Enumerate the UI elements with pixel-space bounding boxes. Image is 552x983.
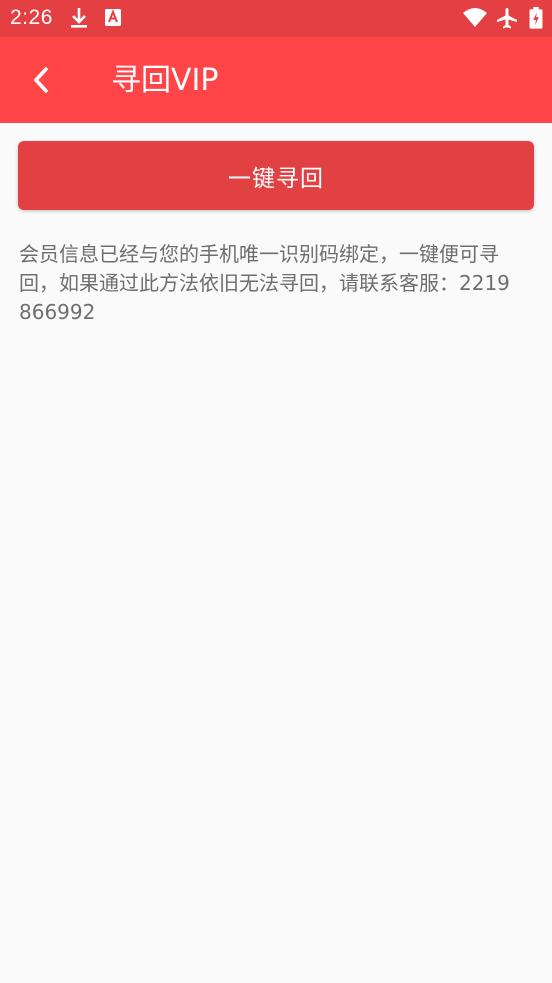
back-button[interactable] xyxy=(20,58,64,102)
page-title: 寻回VIP xyxy=(111,63,219,98)
main-content: 一键寻回 会员信息已经与您的手机唯一识别码绑定，一键便可寻回，如果通过此方法依旧… xyxy=(0,123,552,983)
chevron-left-icon xyxy=(33,66,49,94)
wifi-icon xyxy=(463,8,487,27)
status-bar: 2:26 xyxy=(0,0,552,37)
status-time: 2:26 xyxy=(10,6,53,29)
airplane-icon xyxy=(497,8,517,29)
battery-charging-icon xyxy=(529,6,543,29)
one-click-recover-button[interactable]: 一键寻回 xyxy=(18,141,534,210)
download-icon xyxy=(71,8,87,28)
app-bar: 寻回VIP xyxy=(0,37,552,123)
a-icon xyxy=(105,9,121,26)
info-text: 会员信息已经与您的手机唯一识别码绑定，一键便可寻回，如果通过此方法依旧无法寻回，… xyxy=(19,242,510,324)
